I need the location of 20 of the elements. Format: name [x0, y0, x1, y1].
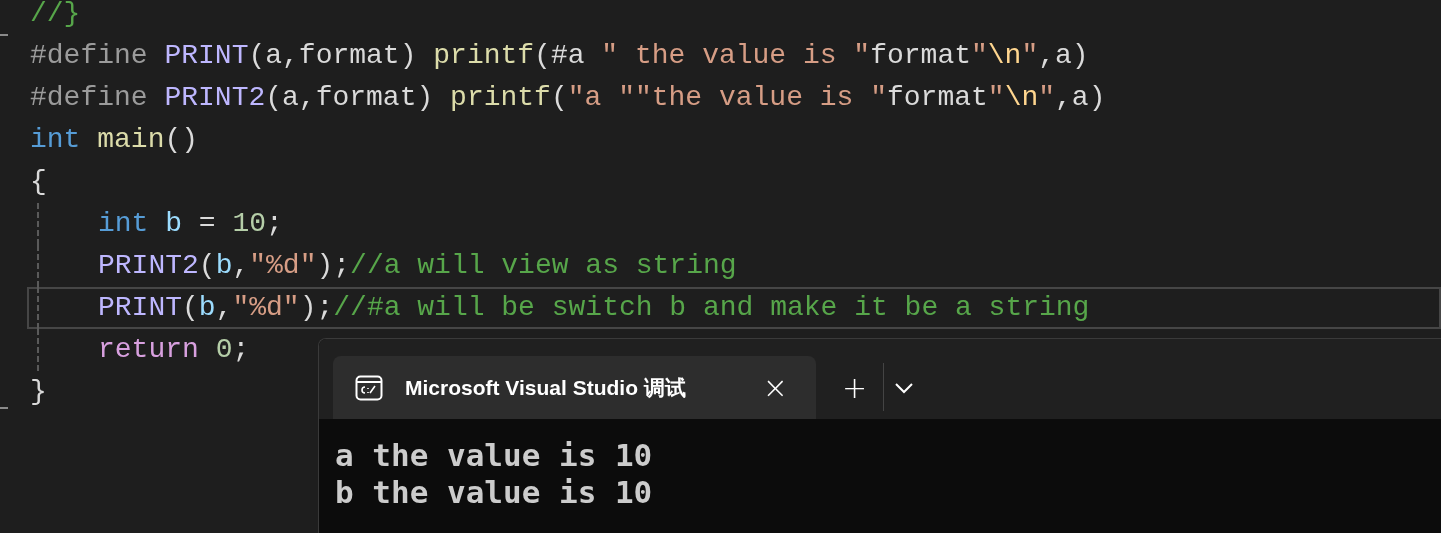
code-line: int main() — [30, 123, 199, 157]
outline-marker — [0, 34, 8, 36]
code-line: PRINT2(b,"%d");//a will view as string — [97, 249, 737, 283]
code-line: return 0; — [97, 333, 250, 367]
chevron-down-icon[interactable] — [894, 381, 915, 394]
code-line: int b = 10; — [97, 207, 283, 241]
code-line: #define PRINT2(a,format) printf("a ""the value is "format"\n",a) — [30, 81, 1106, 115]
terminal-tab[interactable]: Microsoft Visual Studio 调试 × — [333, 356, 816, 419]
output-line: b the value is 10 — [335, 474, 654, 511]
code-line: //} — [30, 0, 81, 31]
new-tab-button[interactable]: + — [836, 372, 874, 403]
code-line: PRINT(b,"%d");//#a will be switch b and make it be a string — [97, 291, 1090, 325]
tab-title: Microsoft Visual Studio 调试 — [405, 374, 687, 401]
code-line: #define PRINT(a,format) printf(#a " the value is "format"\n",a) — [30, 39, 1089, 73]
code-line: } — [30, 375, 47, 409]
code-line: { — [30, 165, 47, 199]
console-icon — [355, 373, 383, 402]
outline-marker — [0, 407, 8, 409]
close-button[interactable]: × — [756, 372, 794, 403]
output-line: a the value is 10 — [335, 437, 654, 474]
